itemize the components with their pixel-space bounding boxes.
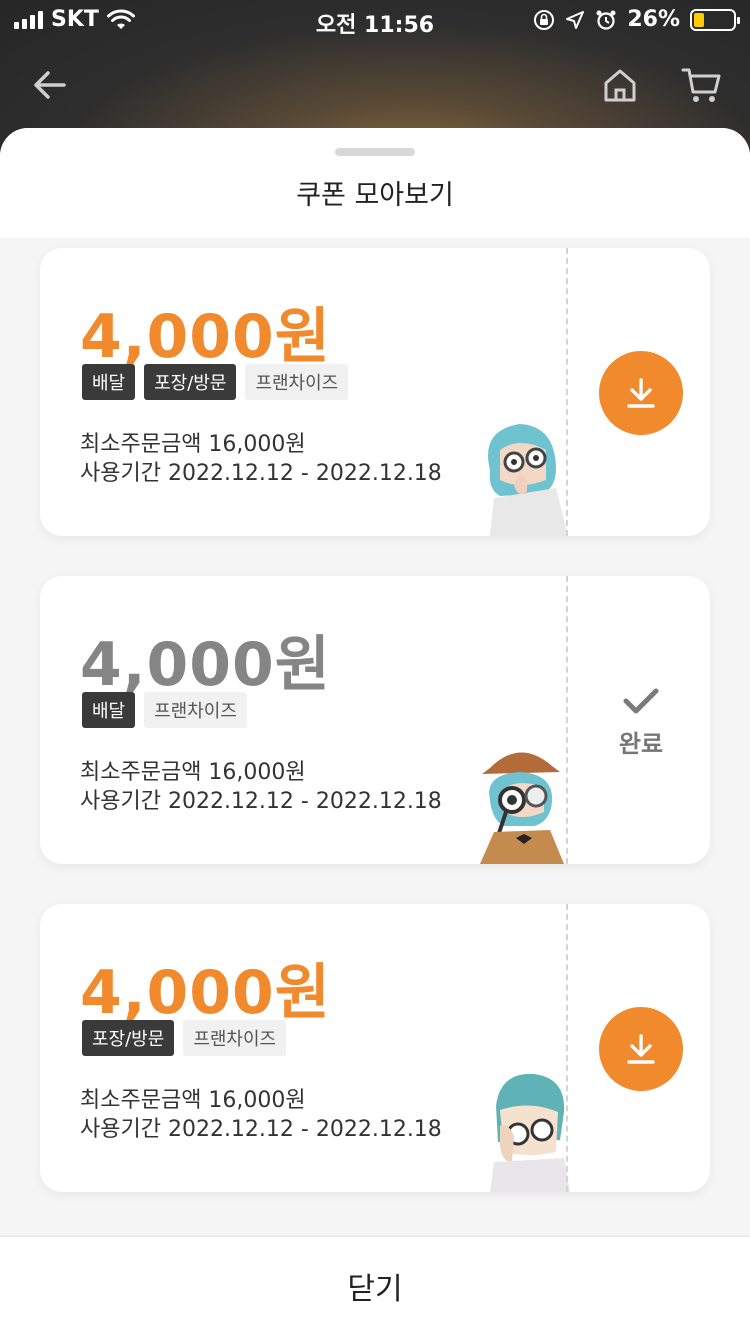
sheet-header: 쿠폰 모아보기	[0, 128, 750, 238]
battery-percent: 26%	[627, 7, 680, 32]
coupon-period: 사용기간 2022.12.12 - 2022.12.18	[80, 461, 442, 486]
download-button[interactable]	[599, 351, 683, 435]
download-icon	[627, 378, 655, 408]
coupon-perforation	[566, 904, 568, 1192]
sheet-grabber[interactable]	[335, 148, 415, 156]
detective-character-illustration	[480, 752, 564, 864]
download-complete-label: 완료	[618, 730, 664, 758]
download-icon	[627, 1034, 655, 1064]
coupon-min-order: 최소주문금액 16,000원	[80, 432, 306, 457]
home-icon	[604, 69, 636, 102]
download-button[interactable]	[599, 1007, 683, 1091]
coupon-perforation	[566, 576, 568, 864]
location-icon	[566, 10, 585, 29]
coupon-tags: 배달 프랜차이즈	[82, 692, 247, 728]
coupon-amount: 4,000원	[80, 958, 331, 1028]
alarm-icon	[596, 10, 616, 30]
coupon-tag: 프랜차이즈	[183, 1020, 287, 1056]
character-illustration	[490, 1073, 570, 1192]
coupon-tags: 배달 포장/방문 프랜차이즈	[82, 364, 349, 400]
status-right: 26%	[533, 7, 740, 32]
coupon-tag: 프랜차이즈	[245, 364, 349, 400]
check-icon	[623, 688, 659, 714]
coupon-min-order: 최소주문금액 16,000원	[80, 1088, 306, 1113]
cart-icon	[681, 68, 721, 102]
coupon-tag: 배달	[82, 364, 136, 400]
coupon-info: 최소주문금액 16,000원 사용기간 2022.12.12 - 2022.12…	[80, 1086, 442, 1144]
coupon-tag: 포장/방문	[82, 1020, 175, 1056]
coupon-period: 사용기간 2022.12.12 - 2022.12.18	[80, 1117, 442, 1142]
coupon-card: 4,000원 배달 프랜차이즈 최소주문금액 16,000원 사용기간 2022…	[40, 576, 710, 864]
coupon-amount: 4,000원	[80, 630, 331, 700]
coupon-period: 사용기간 2022.12.12 - 2022.12.18	[80, 789, 442, 814]
battery-icon	[690, 8, 740, 31]
coupon-card: 4,000원 배달 포장/방문 프랜차이즈 최소주문금액 16,000원 사용기…	[40, 248, 710, 536]
back-button[interactable]	[25, 60, 75, 110]
orientation-lock-icon	[534, 9, 555, 30]
sheet-title: 쿠폰 모아보기	[296, 180, 454, 211]
coupon-tag: 포장/방문	[144, 364, 237, 400]
battery-level	[694, 12, 704, 27]
character-illustration	[488, 424, 568, 536]
cart-button[interactable]	[676, 60, 726, 110]
coupon-sheet: 쿠폰 모아보기 4,000원 배달 포장/방문 프랜차이즈 최소주문금액 16,…	[0, 128, 750, 1334]
coupon-min-order: 최소주문금액 16,000원	[80, 760, 306, 785]
bottom-bar: 닫기	[0, 1236, 750, 1334]
status-bar: SKT 오전 11:56 26%	[0, 0, 750, 40]
coupon-tag: 프랜차이즈	[144, 692, 247, 728]
home-button[interactable]	[595, 60, 645, 110]
coupon-tags: 포장/방문 프랜차이즈	[82, 1020, 287, 1056]
coupon-amount: 4,000원	[80, 302, 331, 372]
arrow-left-icon	[34, 71, 66, 99]
coupon-card: 4,000원 포장/방문 프랜차이즈 최소주문금액 16,000원 사용기간 2…	[40, 904, 710, 1192]
coupon-info: 최소주문금액 16,000원 사용기간 2022.12.12 - 2022.12…	[80, 758, 442, 816]
coupon-perforation	[566, 248, 568, 536]
coupon-tag: 배달	[82, 692, 136, 728]
close-button[interactable]: 닫기	[347, 1264, 402, 1308]
coupon-info: 최소주문금액 16,000원 사용기간 2022.12.12 - 2022.12…	[80, 430, 442, 488]
download-complete-indicator: 완료	[595, 686, 687, 759]
